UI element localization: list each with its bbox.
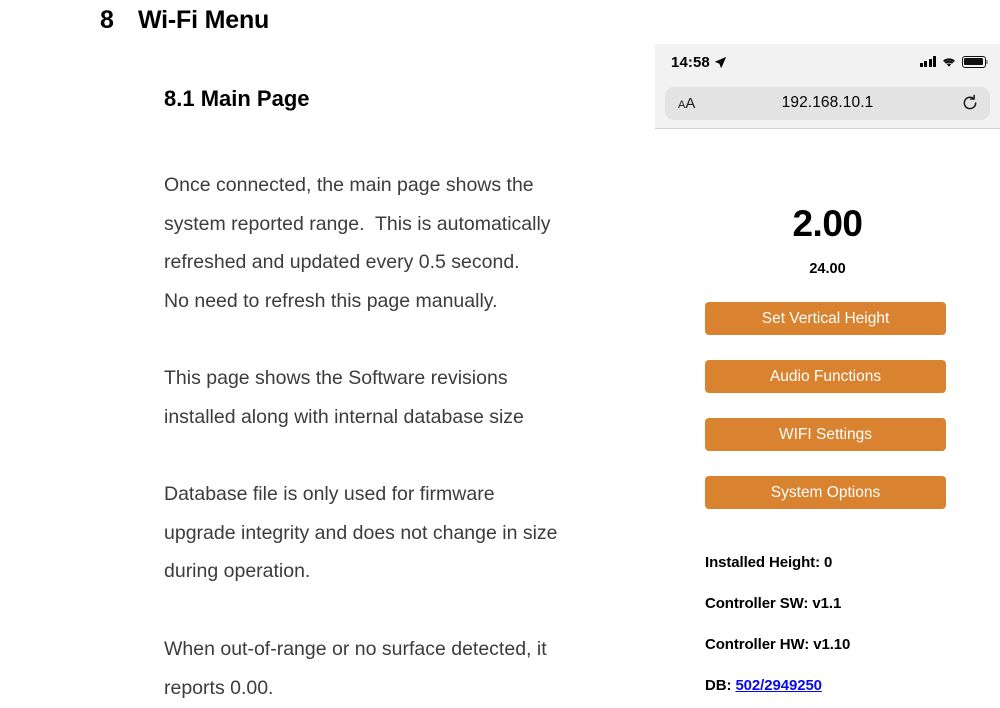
body-paragraph: This page shows the Software revisions i… <box>164 359 664 436</box>
controller-sw-info: Controller SW: v1.1 <box>705 595 842 612</box>
browser-chrome: 14:58 AA 192.168.10.1 <box>655 44 1000 129</box>
system-options-button[interactable]: System Options <box>705 476 946 509</box>
wifi-settings-button[interactable]: WIFI Settings <box>705 418 946 451</box>
paragraph-line: No need to refresh this page manually. <box>164 289 498 312</box>
device-info-list: Installed Height: 0 Controller SW: v1.1 … <box>705 554 985 708</box>
chapter-number: 8 <box>100 6 114 34</box>
body-paragraph: Database file is only used for firmware … <box>164 475 664 591</box>
section-heading: 8.1 Main Page <box>164 86 310 111</box>
cellular-signal-icon <box>919 56 936 67</box>
address-bar[interactable]: AA 192.168.10.1 <box>665 87 990 120</box>
url-text[interactable]: 192.168.10.1 <box>665 94 990 112</box>
set-vertical-height-button[interactable]: Set Vertical Height <box>705 302 946 335</box>
paragraph-line: Once connected, the main page shows the <box>164 174 534 196</box>
phone-screenshot-pane: 14:58 AA 192.168.10.1 2.00 24.00 Set Ver… <box>655 44 1000 708</box>
body-paragraph: When out-of-range or no surface detected… <box>164 630 664 707</box>
reload-icon[interactable] <box>961 94 979 112</box>
paragraph-line: This page shows the Software revisions <box>164 367 508 389</box>
database-link[interactable]: 502/2949250 <box>735 677 822 694</box>
chapter-heading: 8 Wi-Fi Menu <box>100 6 269 35</box>
paragraph-line: refreshed and updated every 0.5 second. <box>164 251 520 273</box>
paragraph-line: reports 0.00. <box>164 676 274 699</box>
status-bar-indicators <box>919 54 988 69</box>
database-info: DB: 502/2949250 <box>705 677 985 694</box>
audio-functions-button[interactable]: Audio Functions <box>705 360 946 393</box>
database-label: DB: <box>705 677 736 694</box>
range-reading-value: 2.00 <box>792 203 863 244</box>
battery-icon <box>962 55 988 68</box>
status-bar: 14:58 <box>655 44 1000 82</box>
chapter-title: Wi-Fi Menu <box>138 6 270 34</box>
paragraph-line: system reported range. This is automatic… <box>164 212 551 235</box>
document-pane: 8 Wi-Fi Menu 8.1 Main Page Once connected… <box>0 0 655 708</box>
installed-height-info: Installed Height: 0 <box>705 554 833 571</box>
paragraph-line: When out-of-range or no surface detected… <box>164 638 547 660</box>
paragraph-line: upgrade integrity and does not change in… <box>164 521 558 544</box>
paragraph-line: during operation. <box>164 560 311 582</box>
body-paragraph: Once connected, the main page shows the … <box>164 166 664 320</box>
web-page-content: 2.00 24.00 Set Vertical Height Audio Fun… <box>655 129 1000 708</box>
wifi-icon <box>943 57 955 67</box>
status-bar-time: 14:58 <box>671 54 710 71</box>
location-arrow-icon <box>714 56 727 69</box>
action-button-stack: Set Vertical Height Audio Functions WIFI… <box>705 302 946 534</box>
controller-hw-info: Controller HW: v1.10 <box>705 636 851 653</box>
range-reading-secondary: 24.00 <box>809 261 846 277</box>
paragraph-line: Database file is only used for firmware <box>164 483 495 505</box>
paragraph-line: installed along with internal database s… <box>164 405 524 428</box>
